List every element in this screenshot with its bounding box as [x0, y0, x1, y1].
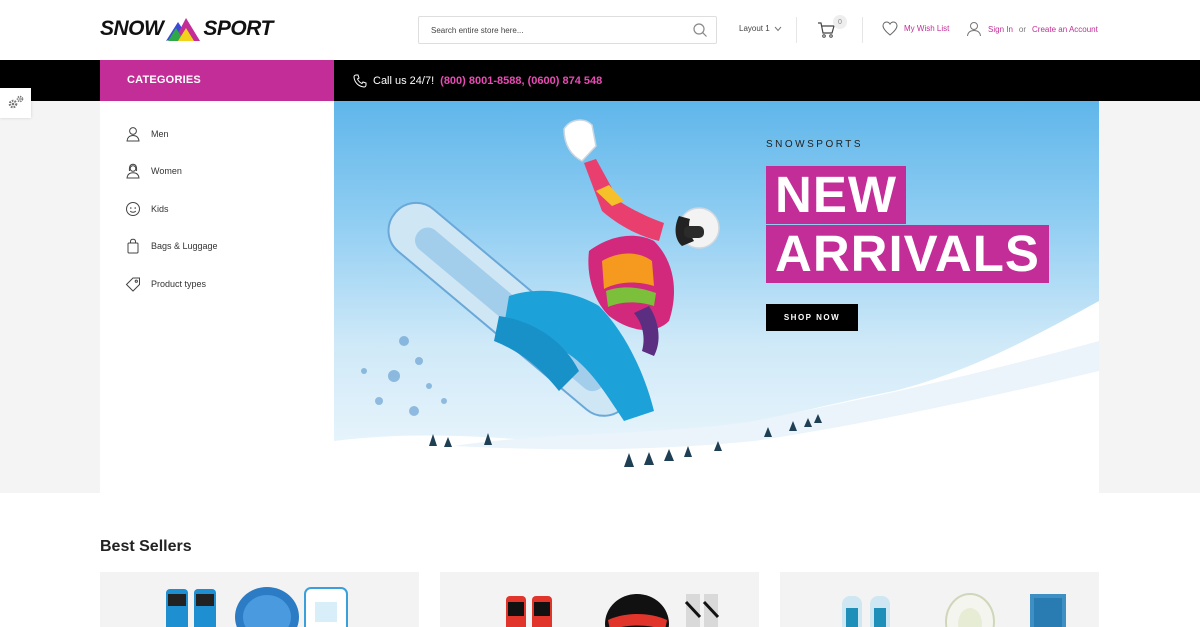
layout-label: Layout 1 — [739, 24, 770, 33]
product-image — [506, 594, 720, 627]
bag-icon — [127, 238, 139, 254]
man-icon — [126, 126, 140, 142]
woman-icon — [126, 163, 140, 179]
category-item-kids[interactable]: Kids — [100, 190, 334, 228]
hero-banner[interactable]: SNOWSPORTS NEW ARRIVALS SHOP NOW — [334, 101, 1099, 493]
hero-headline-line2: ARRIVALS — [766, 225, 1049, 283]
category-list: Men Women Kids Bags & Luggage Product ty… — [100, 101, 334, 303]
sign-in-link[interactable]: Sign In — [988, 25, 1013, 34]
hero-kicker: SNOWSPORTS — [766, 139, 864, 150]
kids-icon — [126, 201, 140, 216]
category-label: Women — [151, 166, 182, 177]
logo-text-left: SNOW — [100, 17, 164, 40]
shop-now-button[interactable]: SHOP NOW — [766, 304, 858, 331]
wishlist-label: My Wish List — [904, 24, 950, 33]
category-label: Men — [151, 128, 169, 139]
logo[interactable]: SNOW SPORT — [100, 14, 273, 44]
product-card[interactable] — [100, 572, 419, 627]
search-icon[interactable] — [692, 22, 708, 38]
header-divider — [862, 17, 863, 43]
create-account-link[interactable]: Create an Account — [1032, 25, 1098, 34]
site-header: SNOW SPORT Layout 1 0 My Wish List — [0, 0, 1200, 60]
category-label: Product types — [151, 278, 207, 289]
call-us-label: Call us 24/7! — [373, 74, 435, 87]
hero-headline-line1: NEW — [766, 166, 906, 224]
category-item-men[interactable]: Men — [100, 115, 334, 153]
search-box — [418, 16, 717, 44]
product-image — [842, 593, 1066, 627]
product-image — [166, 587, 348, 627]
best-sellers-title: Best Sellers — [100, 538, 192, 555]
logo-text-right: SPORT — [203, 17, 273, 40]
mountain-logo-icon — [166, 18, 201, 41]
wishlist-link[interactable]: My Wish List — [882, 21, 949, 36]
categories-toggle[interactable]: CATEGORIES — [100, 60, 334, 101]
or-text: or — [1018, 24, 1027, 34]
user-icon — [967, 22, 981, 37]
account-links: Sign In or Create an Account — [966, 21, 1098, 37]
phone-icon — [353, 74, 367, 88]
category-item-bags[interactable]: Bags & Luggage — [100, 228, 334, 266]
category-sidebar: Men Women Kids Bags & Luggage Product ty… — [100, 101, 334, 493]
tag-icon — [125, 277, 140, 292]
settings-tab[interactable] — [0, 88, 31, 118]
heart-icon — [882, 21, 898, 36]
category-item-product-types[interactable]: Product types — [100, 265, 334, 303]
chevron-down-icon — [774, 26, 782, 31]
call-us-bar: Call us 24/7! (800) 8001-8588, (0600) 87… — [353, 60, 602, 101]
phone-numbers: (800) 8001-8588, (0600) 874 548 — [440, 74, 603, 87]
snowboarder-illustration — [334, 119, 1099, 493]
layout-dropdown[interactable]: Layout 1 — [739, 24, 782, 33]
product-card[interactable] — [780, 572, 1099, 627]
cart-count-badge: 0 — [833, 15, 847, 29]
gears-icon — [8, 95, 23, 109]
category-label: Kids — [151, 203, 169, 214]
product-card[interactable] — [440, 572, 759, 627]
category-item-women[interactable]: Women — [100, 153, 334, 191]
category-label: Bags & Luggage — [151, 241, 218, 252]
search-input[interactable] — [419, 17, 679, 43]
header-divider — [796, 17, 797, 43]
